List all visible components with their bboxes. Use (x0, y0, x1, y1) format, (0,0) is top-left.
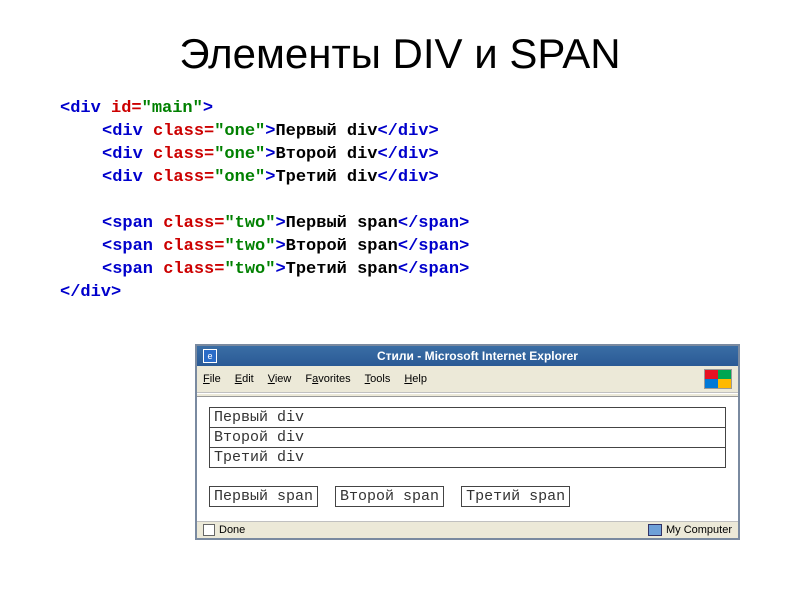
menubar: File Edit View Favorites Tools Help (197, 366, 738, 393)
menu-favorites[interactable]: Favorites (305, 373, 350, 385)
window-title: Стили - Microsoft Internet Explorer (223, 349, 732, 363)
browser-content: Первый div Второй div Третий div Первый … (197, 397, 738, 521)
windows-logo-icon (704, 369, 732, 389)
computer-icon (648, 524, 662, 536)
status-right: My Computer (666, 524, 732, 536)
menu-edit[interactable]: Edit (235, 373, 254, 385)
code-attr: id= (101, 99, 142, 118)
code-gt: > (203, 99, 213, 118)
menu-help[interactable]: Help (404, 373, 427, 385)
titlebar: e Стили - Microsoft Internet Explorer (197, 346, 738, 366)
code-val: "main" (142, 99, 203, 118)
code-closing-div: </div> (60, 283, 121, 302)
rendered-span-row: Первый span Второй span Третий span (209, 486, 726, 507)
menu-tools[interactable]: Tools (365, 373, 391, 385)
menu-view[interactable]: View (268, 373, 292, 385)
rendered-span: Второй span (335, 486, 444, 507)
rendered-span: Третий span (461, 486, 570, 507)
status-left: Done (219, 524, 245, 536)
code-sample: <div id="main"> <div class="one">Первый … (60, 98, 800, 304)
doc-icon (203, 524, 215, 536)
code-tag: <div (60, 99, 101, 118)
rendered-div: Второй div (209, 428, 726, 448)
slide-title: Элементы DIV и SPAN (0, 0, 800, 98)
statusbar: Done My Computer (197, 521, 738, 538)
rendered-div: Первый div (209, 407, 726, 428)
menu-file[interactable]: File (203, 373, 221, 385)
rendered-div: Третий div (209, 448, 726, 468)
rendered-span: Первый span (209, 486, 318, 507)
browser-window: e Стили - Microsoft Internet Explorer Fi… (195, 344, 740, 540)
ie-icon: e (203, 349, 217, 363)
